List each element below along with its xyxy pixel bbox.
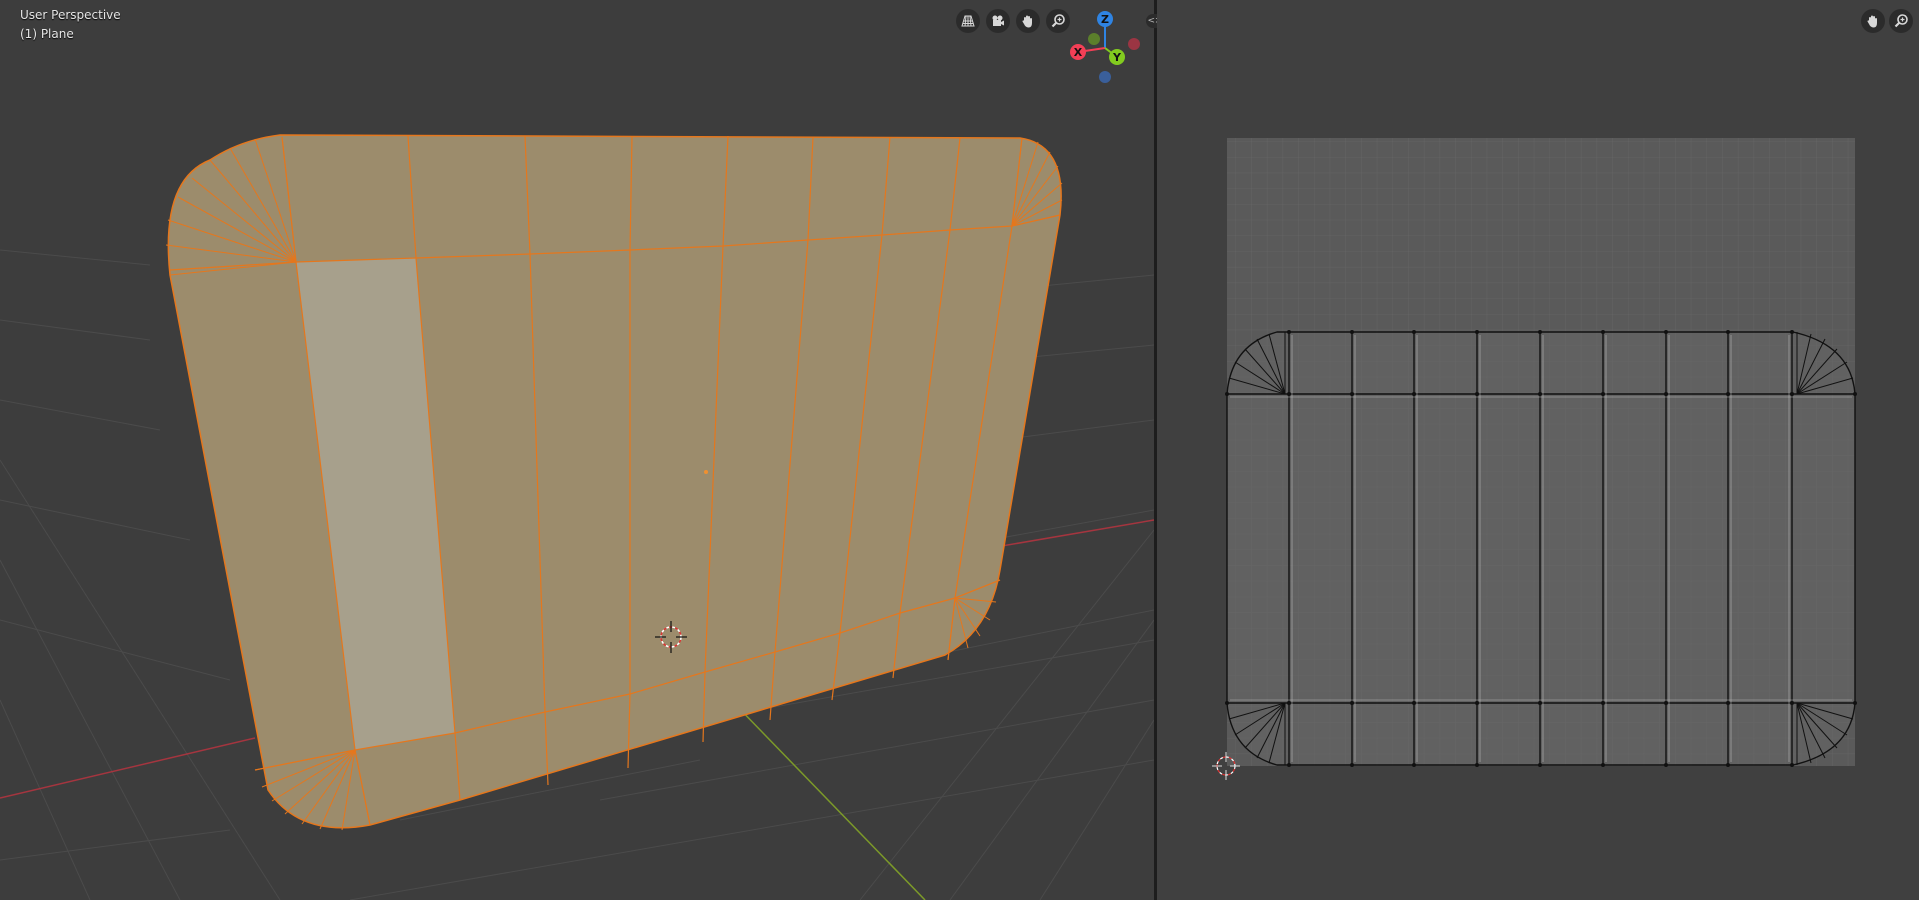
blender-window: User Perspective (1) Plane Z X Y <> [0,0,1919,900]
navigation-gizmo[interactable]: Z X Y [1064,6,1154,86]
x-axis-line [0,737,256,799]
x-axis-label: X [1074,46,1083,59]
object-origin [704,470,708,474]
neg-y-axis-handle[interactable] [1088,33,1100,45]
y-axis-label: Y [1112,51,1122,64]
pan-hand-icon[interactable] [1016,9,1040,33]
z-axis-label: Z [1101,13,1109,26]
neg-x-axis-handle[interactable] [1128,38,1140,50]
active-object-label: (1) Plane [20,27,74,41]
neg-z-axis-handle[interactable] [1099,71,1111,83]
toggle-grid-icon[interactable] [956,9,980,33]
uv-editor[interactable] [1157,0,1919,900]
plane-mesh[interactable] [167,134,1062,829]
camera-view-icon[interactable] [986,9,1010,33]
x-axis-line-far [989,519,1154,549]
uv-canvas[interactable] [1157,0,1919,900]
view-name-label: User Perspective [20,8,121,22]
viewport-3d[interactable]: User Perspective (1) Plane Z X Y [0,0,1154,900]
viewport-3d-scene[interactable] [0,0,1154,900]
